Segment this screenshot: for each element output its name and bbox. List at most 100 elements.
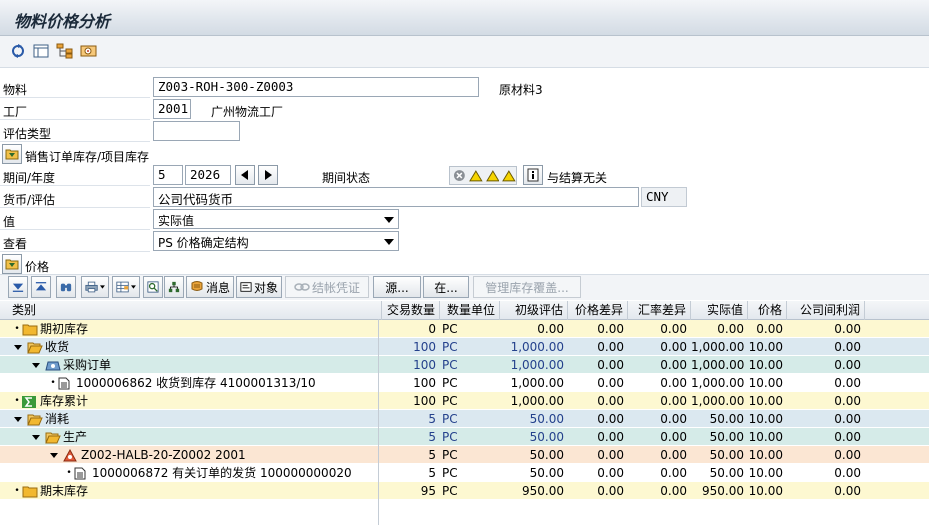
table-row[interactable]: • 库存累计 100 PC 1,000.00 0.00 0.00 1,000.00 10.00 0… (0, 392, 929, 410)
currency-input[interactable]: 公司代码货币 (153, 187, 639, 207)
view-dropdown[interactable]: PS 价格确定结构 (153, 231, 399, 251)
cell-fx_diff: 0.00 (660, 412, 687, 426)
previous-period-button[interactable] (235, 165, 255, 185)
table-row[interactable]: 收货 100 PC 1,000.00 0.00 0.00 1,000.00 10.00 0.00 (0, 338, 929, 356)
material-input[interactable]: Z003-ROH-300-Z0003 (153, 77, 479, 97)
column-header-price-difference[interactable]: 价格差异 (568, 301, 628, 320)
sales-order-stock-toggle-icon[interactable] (2, 144, 22, 164)
valuation-type-label: 评估类型 (3, 127, 52, 141)
objects-button[interactable]: 对象 (236, 276, 282, 298)
tree-node[interactable]: 消耗 (14, 410, 69, 428)
print-icon[interactable] (81, 276, 109, 298)
tree-node[interactable]: 收货 (14, 338, 69, 356)
table-row[interactable]: 生产 5 PC 50.00 0.00 0.00 50.00 10.00 0.00 (0, 428, 929, 446)
refresh-icon[interactable] (8, 42, 28, 60)
bullet-icon: • (14, 324, 20, 334)
tree-node[interactable]: • 1000006872 有关订单的发货 100000000020 (66, 464, 352, 482)
cell-unit: PC (442, 412, 458, 426)
table-row[interactable]: Z002-HALB-20-Z0002 2001 5 PC 50.00 0.00 0.00 5… (0, 446, 929, 464)
row-label: 生产 (63, 430, 88, 444)
layout-icon[interactable] (31, 42, 51, 60)
cell-qty: 5 (428, 412, 436, 426)
collapse-all-icon[interactable] (31, 276, 51, 298)
warning-triangle-icon (502, 169, 516, 181)
divider (0, 119, 150, 120)
next-period-button[interactable] (258, 165, 278, 185)
tree-node[interactable]: • 期初库存 (14, 320, 88, 338)
table-row[interactable]: • 期初库存 0 PC 0.00 0.00 0.00 0.00 0.00 0.00 (0, 320, 929, 338)
expand-toggle-icon[interactable] (14, 344, 22, 350)
row-label: 采购订单 (63, 358, 112, 372)
column-header-actual-value[interactable]: 实际值 (691, 301, 748, 320)
chevron-down-icon (384, 239, 394, 245)
cell-price_diff: 0.00 (597, 448, 624, 462)
value-dropdown[interactable]: 实际值 (153, 209, 399, 229)
structure-icon[interactable] (164, 276, 184, 298)
expand-all-icon[interactable] (8, 276, 28, 298)
bullet-icon: • (14, 486, 20, 496)
column-header-exchange-difference[interactable]: 汇率差异 (628, 301, 691, 320)
period-status-text: 与结算无关 (547, 171, 608, 185)
source-button[interactable]: 源... (373, 276, 421, 298)
cell-primary: 1,000.00 (510, 340, 564, 354)
column-header-primary-valuation[interactable]: 初级评估 (500, 301, 568, 320)
table-row[interactable]: • 1000006862 收货到库存 4100001313/10 100 PC 1,00… (0, 374, 929, 392)
application-toolbar (0, 36, 929, 68)
price-label: 价格 (25, 260, 50, 274)
tree-node[interactable]: 生产 (32, 428, 87, 446)
expand-toggle-icon[interactable] (14, 416, 22, 422)
expand-toggle-icon[interactable] (50, 452, 58, 458)
in-button[interactable]: 在... (423, 276, 469, 298)
chain-icon (294, 283, 310, 291)
period-status-indicator (449, 166, 517, 185)
cell-qty: 100 (413, 358, 436, 372)
row-label: 1000006872 有关订单的发货 100000000020 (92, 466, 352, 480)
post-closing-button[interactable]: 结帐凭证 (285, 276, 369, 298)
tree-node[interactable]: • 期末库存 (14, 482, 88, 500)
table-row[interactable]: • 1000006872 有关订单的发货 100000000020 5 PC 50.00… (0, 464, 929, 482)
currency-label: 货币/评估 (3, 193, 56, 207)
price-analysis-grid: 类别 交易数量 数量单位 初级评估 价格差异 汇率差异 实际值 价格 公司间利润… (0, 301, 929, 525)
tree-node[interactable]: 采购订单 (32, 356, 111, 374)
in-label: 在... (434, 280, 458, 295)
find-icon[interactable] (56, 276, 76, 298)
period-input[interactable]: 5 (153, 165, 183, 185)
expand-toggle-icon[interactable] (32, 362, 40, 368)
column-header-intercompany-profit[interactable]: 公司间利润 (787, 301, 865, 320)
column-header-quantity[interactable]: 交易数量 (382, 301, 440, 320)
table-row[interactable]: 消耗 5 PC 50.00 0.00 0.00 50.00 10.00 0.00 (0, 410, 929, 428)
tree-node[interactable]: Z002-HALB-20-Z0002 2001 (50, 446, 246, 464)
valuation-type-input[interactable] (153, 121, 240, 141)
cell-actual: 50.00 (709, 430, 744, 444)
window-title: 物料价格分析 (14, 12, 111, 31)
manage-stock-coverage-button[interactable]: 管理库存覆盖... (473, 276, 581, 298)
year-input[interactable]: 2026 (185, 165, 231, 185)
column-header-category[interactable]: 类别 (0, 301, 382, 320)
divider (0, 141, 150, 142)
column-header-unit[interactable]: 数量单位 (440, 301, 500, 320)
price-toggle-icon[interactable] (2, 254, 22, 274)
document-icon[interactable] (79, 42, 99, 60)
row-label: 1000006862 收货到库存 4100001313/10 (76, 376, 316, 390)
table-row[interactable]: • 期末库存 95 PC 950.00 0.00 0.00 950.00 10.00 0.00 (0, 482, 929, 500)
cell-fx_diff: 0.00 (660, 430, 687, 444)
layout-select-icon[interactable] (112, 276, 140, 298)
messages-button[interactable]: 消息 (186, 276, 234, 298)
expand-toggle-icon[interactable] (32, 434, 40, 440)
cell-actual: 1,000.00 (691, 394, 745, 408)
hierarchy-icon[interactable] (55, 42, 75, 60)
cell-actual: 0.00 (717, 322, 744, 336)
details-icon[interactable] (143, 276, 163, 298)
cell-unit: PC (442, 322, 458, 336)
info-icon[interactable] (523, 165, 543, 185)
column-header-price[interactable]: 价格 (748, 301, 787, 320)
cell-price_diff: 0.00 (597, 394, 624, 408)
cell-fx_diff: 0.00 (660, 394, 687, 408)
plant-input[interactable]: 2001 (153, 99, 191, 119)
tree-node[interactable]: • 库存累计 (14, 392, 88, 410)
tree-node[interactable]: • 1000006862 收货到库存 4100001313/10 (50, 374, 316, 392)
cell-primary: 0.00 (537, 322, 564, 336)
row-label: 消耗 (45, 412, 70, 426)
cell-primary: 50.00 (529, 430, 564, 444)
table-row[interactable]: 采购订单 100 PC 1,000.00 0.00 0.00 1,000.00 10.00 0.… (0, 356, 929, 374)
